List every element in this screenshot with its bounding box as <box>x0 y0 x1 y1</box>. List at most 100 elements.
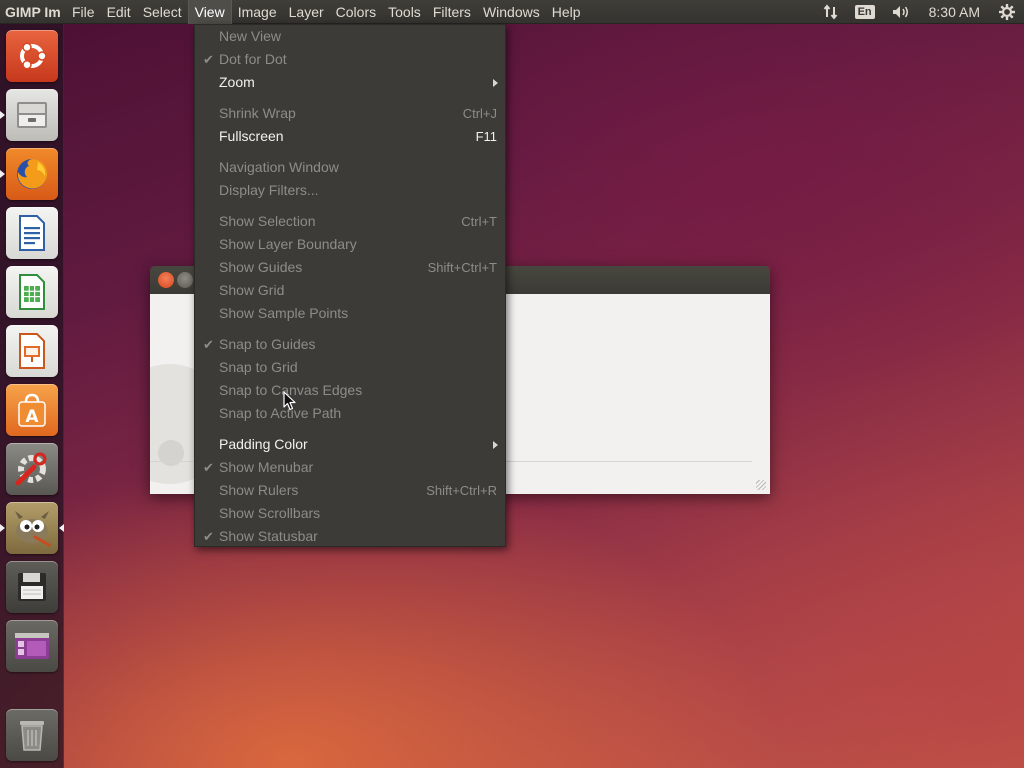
svg-text:A: A <box>25 407 39 427</box>
menu-item-snap-to-grid[interactable]: Snap to Grid <box>195 356 505 379</box>
menu-item-navigation-window[interactable]: Navigation Window <box>195 156 505 179</box>
menu-item-label: Snap to Grid <box>219 359 298 375</box>
running-indicator <box>0 111 5 119</box>
keyboard-layout-indicator[interactable]: En <box>847 0 883 24</box>
menu-item-label: Show Scrollbars <box>219 505 321 521</box>
menu-item-show-rulers[interactable]: Show Rulers Shift+Ctrl+R <box>195 479 505 502</box>
menu-item-snap-to-canvas-edges[interactable]: Snap to Canvas Edges <box>195 379 505 402</box>
menu-separator <box>195 148 505 156</box>
checkmark-icon: ✔ <box>203 52 214 67</box>
menu-item-padding-color[interactable]: Padding Color <box>195 433 505 456</box>
menu-item-show-layer-boundary[interactable]: Show Layer Boundary <box>195 233 505 256</box>
menu-item-new-view[interactable]: New View <box>195 25 505 48</box>
trash-icon[interactable] <box>6 709 58 761</box>
menu-separator <box>195 202 505 210</box>
menu-item-label: New View <box>219 28 281 44</box>
running-indicator <box>0 524 5 532</box>
menu-item-shortcut: Ctrl+T <box>461 214 497 229</box>
menu-item-show-grid[interactable]: Show Grid <box>195 279 505 302</box>
menu-windows[interactable]: Windows <box>477 0 546 24</box>
menu-item-label: Shrink Wrap <box>219 105 296 121</box>
menu-item-label: Zoom <box>219 74 255 90</box>
menu-item-shortcut: Ctrl+J <box>462 106 497 121</box>
firefox-icon[interactable] <box>6 148 58 200</box>
save-floppy-icon[interactable] <box>6 561 58 613</box>
menu-tools[interactable]: Tools <box>382 0 427 24</box>
menu-item-fullscreen[interactable]: Fullscreen F11 <box>195 125 505 148</box>
submenu-arrow-icon <box>493 79 498 87</box>
menu-item-snap-to-active-path[interactable]: Snap to Active Path <box>195 402 505 425</box>
resize-grip-icon[interactable] <box>756 480 766 490</box>
menu-layer[interactable]: Layer <box>283 0 330 24</box>
submenu-arrow-icon <box>493 441 498 449</box>
ubuntu-software-icon[interactable]: A <box>6 384 58 436</box>
menu-item-label: Show Selection <box>219 213 316 229</box>
view-menu-dropdown: New View ✔ Dot for Dot Zoom Shrink Wrap Ctrl+… <box>194 24 506 547</box>
window-minimize-button[interactable] <box>177 272 193 288</box>
menu-colors[interactable]: Colors <box>330 0 382 24</box>
menu-image[interactable]: Image <box>232 0 283 24</box>
global-menubar: File Edit Select View Image Layer Colors… <box>66 0 587 24</box>
menu-item-label: Display Filters... <box>219 182 319 198</box>
menu-item-show-menubar[interactable]: ✔ Show Menubar <box>195 456 505 479</box>
menu-item-display-filters[interactable]: Display Filters... <box>195 179 505 202</box>
menu-item-label: Show Statusbar <box>219 528 318 544</box>
menu-item-label: Show Sample Points <box>219 305 349 321</box>
clock[interactable]: 8:30 AM <box>919 0 990 24</box>
menu-item-show-statusbar[interactable]: ✔ Show Statusbar <box>195 525 505 548</box>
menu-separator <box>195 94 505 102</box>
app-title: GIMP Im <box>5 3 61 20</box>
menu-item-label: Show Layer Boundary <box>219 236 357 252</box>
menu-separator <box>195 325 505 333</box>
launcher: A <box>0 24 64 768</box>
menu-separator <box>195 425 505 433</box>
menu-item-shortcut: F11 <box>475 129 497 144</box>
menu-item-show-guides[interactable]: Show Guides Shift+Ctrl+T <box>195 256 505 279</box>
menu-item-label: Show Menubar <box>219 459 314 475</box>
focused-indicator <box>59 524 64 532</box>
indicator-area: En 8:30 AM <box>815 0 1024 24</box>
keyboard-layout-label: En <box>854 5 875 19</box>
libreoffice-calc-icon[interactable] <box>6 266 58 318</box>
menu-item-label: Navigation Window <box>219 159 339 175</box>
menu-item-label: Dot for Dot <box>219 51 287 67</box>
files-icon[interactable] <box>6 89 58 141</box>
menu-item-shortcut: Shift+Ctrl+R <box>426 483 497 498</box>
menu-item-shortcut: Shift+Ctrl+T <box>427 260 497 275</box>
menu-item-label: Padding Color <box>219 436 308 452</box>
libreoffice-writer-icon[interactable] <box>6 207 58 259</box>
top-panel: GIMP Im File Edit Select View Image Laye… <box>0 0 1024 24</box>
menu-item-label: Fullscreen <box>219 128 284 144</box>
menu-item-show-selection[interactable]: Show Selection Ctrl+T <box>195 210 505 233</box>
checkmark-icon: ✔ <box>203 529 214 544</box>
menu-item-label: Snap to Active Path <box>219 405 342 421</box>
window-close-button[interactable] <box>158 272 174 288</box>
menu-item-shrink-wrap[interactable]: Shrink Wrap Ctrl+J <box>195 102 505 125</box>
menu-item-label: Snap to Guides <box>219 336 316 352</box>
menu-item-dot-for-dot[interactable]: ✔ Dot for Dot <box>195 48 505 71</box>
libreoffice-impress-icon[interactable] <box>6 325 58 377</box>
menu-item-zoom[interactable]: Zoom <box>195 71 505 94</box>
power-settings-icon[interactable] <box>990 0 1024 24</box>
menu-item-label: Show Grid <box>219 282 285 298</box>
system-settings-icon[interactable] <box>6 443 58 495</box>
workspace-switcher-icon[interactable] <box>6 620 58 672</box>
menu-help[interactable]: Help <box>546 0 587 24</box>
menu-filters[interactable]: Filters <box>427 0 477 24</box>
menu-item-show-sample-points[interactable]: Show Sample Points <box>195 302 505 325</box>
checkmark-icon: ✔ <box>203 460 214 475</box>
menu-select[interactable]: Select <box>137 0 188 24</box>
menu-edit[interactable]: Edit <box>101 0 137 24</box>
mouse-cursor-icon <box>283 391 296 411</box>
running-indicator <box>0 170 5 178</box>
volume-icon[interactable] <box>883 0 919 24</box>
ubuntu-dash-icon[interactable] <box>6 30 58 82</box>
network-icon[interactable] <box>815 0 847 24</box>
wilber-eye-icon <box>158 440 184 466</box>
menu-item-show-scrollbars[interactable]: Show Scrollbars <box>195 502 505 525</box>
menu-file[interactable]: File <box>66 0 101 24</box>
gimp-icon[interactable] <box>6 502 58 554</box>
menu-item-snap-to-guides[interactable]: ✔ Snap to Guides <box>195 333 505 356</box>
menu-item-label: Show Guides <box>219 259 303 275</box>
menu-view[interactable]: View <box>187 0 232 24</box>
